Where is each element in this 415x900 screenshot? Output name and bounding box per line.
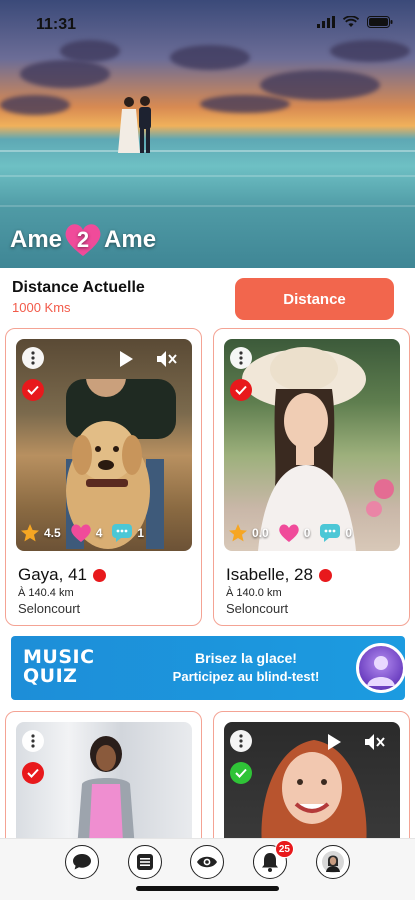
music-quiz-logo: MUSIC QUIZ xyxy=(23,648,95,686)
nav-profile-button[interactable] xyxy=(316,845,350,879)
more-options-icon[interactable] xyxy=(230,347,252,369)
profile-name: Isabelle, 28 xyxy=(226,565,313,584)
mute-icon[interactable] xyxy=(364,733,386,751)
banner-subline: Participez au blind-test! xyxy=(172,669,320,684)
mute-icon[interactable] xyxy=(156,350,178,368)
home-indicator xyxy=(136,886,279,891)
profile-stats: 4.5 4 1 xyxy=(20,523,149,543)
play-icon[interactable] xyxy=(328,734,341,750)
brand-text-3: Ame xyxy=(104,226,157,253)
profile-distance: À 140.0 km xyxy=(226,587,282,599)
heart-icon xyxy=(70,524,91,542)
profile-photo[interactable]: 0.0 0 0 xyxy=(224,339,400,551)
nav-chat-button[interactable] xyxy=(65,845,99,879)
battery-icon xyxy=(367,16,393,28)
eye-icon xyxy=(197,856,217,868)
online-status-icon xyxy=(318,568,332,582)
rating-value: 4.5 xyxy=(44,526,61,540)
status-bar: 11:31 xyxy=(0,0,415,44)
profile-photo[interactable]: 4.5 4 1 xyxy=(16,339,192,551)
couple-silhouette xyxy=(118,96,151,153)
music-quiz-banner[interactable]: MUSIC QUIZ Brisez la glace! Participez a… xyxy=(11,636,405,700)
woman-illustration xyxy=(242,347,394,551)
distance-button[interactable]: Distance xyxy=(235,278,394,320)
profile-card[interactable]: 4.5 4 1 Gaya, 41 À 140.4 km Seloncourt xyxy=(5,328,202,626)
hero-banner: 11:31 Ame 2 Ame xyxy=(0,0,415,268)
status-time: 11:31 xyxy=(36,16,77,33)
verified-icon xyxy=(230,379,252,401)
profile-stats: 0.0 0 0 xyxy=(228,523,357,543)
profile-name-row: Isabelle, 28 xyxy=(226,565,332,585)
distance-value: 1000 Kms xyxy=(12,300,71,315)
likes-count: 4 xyxy=(95,526,103,540)
notifications-badge: 25 xyxy=(274,840,294,858)
brand-text-1: Ame xyxy=(10,226,63,253)
banner-headline: Brisez la glace! xyxy=(195,650,297,666)
app-logo: Ame 2 Ame xyxy=(10,222,156,258)
online-status-icon xyxy=(93,568,106,582)
more-options-icon[interactable] xyxy=(230,730,252,752)
star-icon xyxy=(229,524,247,542)
messages-count: 1 xyxy=(137,526,145,540)
profile-city: Seloncourt xyxy=(18,601,81,616)
nav-notifications-button[interactable]: 25 xyxy=(253,840,294,879)
profile-distance: À 140.4 km xyxy=(18,587,74,599)
list-icon xyxy=(137,854,153,870)
messages-count: 0 xyxy=(345,526,353,540)
verified-icon xyxy=(22,379,44,401)
star-icon xyxy=(21,524,39,542)
nav-views-button[interactable] xyxy=(190,845,224,879)
profile-name: Gaya, 41 xyxy=(18,565,87,584)
distance-title: Distance Actuelle xyxy=(12,279,145,296)
logo-line-2: QUIZ xyxy=(23,665,78,687)
signal-icon xyxy=(317,16,335,28)
rating-value: 0.0 xyxy=(252,526,269,540)
profile-card[interactable]: 0.0 0 0 Isabelle, 28 À 140.0 km Seloncou… xyxy=(213,328,410,626)
chat-icon xyxy=(112,524,133,542)
heart-icon xyxy=(278,524,299,542)
wifi-icon xyxy=(343,16,359,27)
quiz-avatar xyxy=(356,643,405,693)
verified-icon xyxy=(230,762,252,784)
play-icon[interactable] xyxy=(120,351,133,367)
chat-icon xyxy=(73,854,91,870)
chat-icon xyxy=(320,524,341,542)
likes-count: 0 xyxy=(303,526,311,540)
more-options-icon[interactable] xyxy=(22,347,44,369)
heart-icon: 2 xyxy=(63,222,103,258)
nav-list-button[interactable] xyxy=(128,845,162,879)
verified-icon xyxy=(22,762,44,784)
profile-city: Seloncourt xyxy=(226,601,289,616)
profile-name-row: Gaya, 41 xyxy=(18,565,106,585)
more-options-icon[interactable] xyxy=(22,730,44,752)
brand-text-2: 2 xyxy=(76,227,90,252)
profile-icon xyxy=(322,851,344,873)
